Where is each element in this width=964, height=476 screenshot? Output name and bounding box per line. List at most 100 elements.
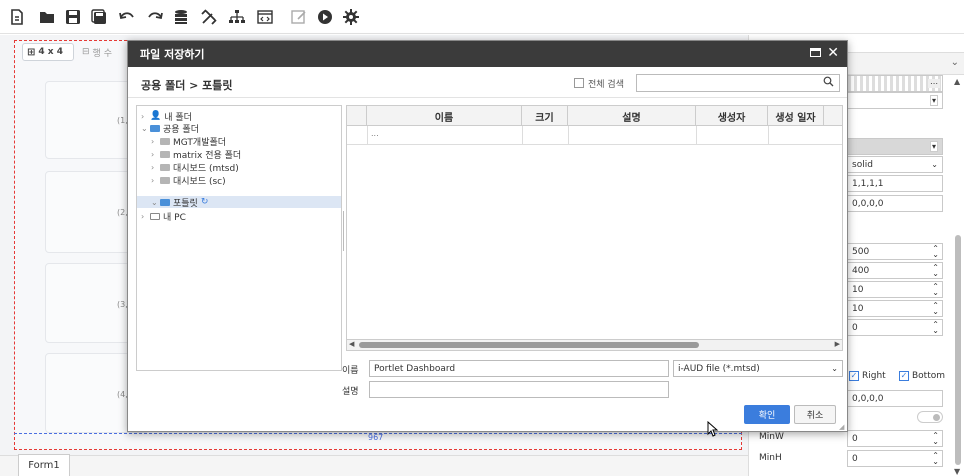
chevron-right-icon[interactable]: › (151, 137, 157, 146)
settings-gear-icon[interactable] (340, 6, 362, 28)
folder-icon (160, 150, 170, 158)
row-icon: ⊟ (82, 47, 90, 57)
folder-icon (150, 124, 160, 132)
stepper-arrows-icon[interactable]: ⌃ ⌄ (932, 431, 939, 445)
tree-item-mgt[interactable]: › MGT개발폴더 (151, 135, 226, 148)
tree-item-matrix[interactable]: › matrix 전용 폴더 (151, 148, 241, 161)
confirm-button[interactable]: 확인 (744, 405, 790, 424)
redo-icon[interactable] (144, 6, 166, 28)
run-icon[interactable] (314, 6, 336, 28)
col-header-creator[interactable]: 생성자 (696, 106, 768, 126)
open-folder-icon[interactable] (36, 6, 58, 28)
search-icon[interactable] (823, 76, 834, 90)
tree-item-dashboard-mtsd[interactable]: › 대시보드 (mtsd) (151, 161, 239, 174)
form-tab[interactable]: Form1 (18, 454, 70, 476)
row-divider (768, 126, 769, 144)
stepper-arrows-icon[interactable]: ⌃ ⌄ (932, 301, 939, 315)
cancel-button[interactable]: 취소 (794, 405, 836, 424)
close-icon[interactable]: ✕ (827, 45, 839, 61)
border-width-field[interactable]: 1,1,1,1 (847, 175, 943, 192)
toggle-switch[interactable] (917, 411, 943, 423)
field3-stepper[interactable]: 10 ⌃ ⌄ (847, 281, 943, 298)
refresh-icon[interactable]: ↻ (201, 197, 209, 207)
file-name-input[interactable]: Portlet Dashboard (369, 360, 669, 377)
hierarchy-icon[interactable] (226, 6, 248, 28)
col-header-size[interactable]: 크기 (522, 106, 568, 126)
height-stepper[interactable]: 400 ⌃ ⌄ (847, 262, 943, 279)
chevron-right-icon[interactable]: › (141, 212, 147, 221)
stepper-arrows-icon[interactable]: ⌃ ⌄ (932, 263, 939, 277)
border-style-select[interactable]: solid ⌄ (847, 156, 943, 173)
minw-value: 0 (852, 433, 858, 444)
row-divider (367, 126, 368, 144)
tree-item-dashboard-sc[interactable]: › 대시보드 (sc) (151, 174, 226, 187)
dropdown-icon: ▾ (929, 95, 938, 106)
undo-icon[interactable] (116, 6, 138, 28)
chevron-right-icon[interactable]: › (151, 163, 157, 172)
search-all-checkbox[interactable] (574, 78, 584, 88)
main-toolbar (0, 0, 964, 34)
tree-item-my-folder[interactable]: › 👤 내 폴더 (141, 110, 192, 123)
minh-stepper[interactable]: 0 ⌃ ⌄ (847, 450, 943, 467)
anchor-bottom-checkbox[interactable]: ✓ Bottom (899, 371, 945, 381)
script-icon[interactable] (254, 6, 276, 28)
scroll-down-icon[interactable]: ▼ (954, 467, 960, 476)
border-radius-field[interactable]: 0,0,0,0 (847, 195, 943, 212)
col-header-name[interactable]: 이름 (367, 106, 522, 126)
tree-item-public-folder[interactable]: ⌄ 공용 폴더 (141, 122, 199, 135)
folder-icon (160, 137, 170, 145)
field4-value: 10 (852, 303, 864, 314)
chevron-right-icon[interactable]: › (141, 112, 147, 121)
folder-icon (160, 163, 170, 171)
path-bar: 공용 폴더 > 포틀릿 전체 검색 (128, 68, 847, 98)
props-scrollbar[interactable] (955, 235, 961, 465)
search-input[interactable] (636, 74, 840, 92)
computer-icon (150, 212, 160, 220)
tree-item-my-pc[interactable]: › 내 PC (141, 210, 186, 223)
background-pattern-field[interactable]: ⋯ (847, 75, 943, 92)
save-icon[interactable] (62, 6, 84, 28)
scroll-right-icon[interactable]: ▶ (835, 340, 840, 348)
field4-stepper[interactable]: 10 ⌃ ⌄ (847, 300, 943, 317)
width-stepper[interactable]: 500 ⌃ ⌄ (847, 243, 943, 260)
horizontal-scrollbar[interactable]: ◀ ▶ (346, 339, 843, 351)
col-header-desc[interactable]: 설명 (568, 106, 696, 126)
chevron-down-icon[interactable]: ⌄ (141, 124, 148, 133)
grid-size-chip[interactable]: ⊞ 4 x 4 (22, 43, 74, 61)
scroll-left-icon[interactable]: ◀ (349, 340, 354, 348)
new-file-icon[interactable] (6, 6, 28, 28)
row-count-chip[interactable]: ⊟ 행 수 (82, 43, 128, 61)
padding-field[interactable]: 0,0,0,0 (847, 390, 943, 407)
tree-item-portlet[interactable]: ⌄ 포틀릿 ↻ (151, 196, 209, 209)
row-divider (696, 126, 697, 144)
col-header-blank (347, 106, 367, 126)
dialog-title-bar[interactable]: 파일 저장하기 (128, 41, 847, 67)
chevron-right-icon[interactable]: › (151, 176, 157, 185)
scroll-up-icon[interactable]: ▲ (954, 77, 960, 86)
chevron-down-icon[interactable]: ⌄ (151, 198, 158, 207)
minw-stepper[interactable]: 0 ⌃ ⌄ (847, 430, 943, 447)
stepper-arrows-icon[interactable]: ⌃ ⌄ (932, 451, 939, 465)
resize-grip-icon[interactable]: ◢ (839, 423, 844, 431)
color-select[interactable]: ▾ (847, 92, 943, 109)
edit-icon[interactable] (288, 6, 310, 28)
database-icon[interactable] (170, 6, 192, 28)
stepper-arrows-icon[interactable]: ⌃ ⌄ (932, 320, 939, 334)
border-color-select[interactable]: ▾ (847, 138, 943, 155)
maximize-icon[interactable] (810, 48, 821, 57)
save-as-icon[interactable] (88, 6, 110, 28)
description-input[interactable] (369, 381, 669, 398)
field5-value: 0 (852, 322, 858, 333)
chevron-right-icon[interactable]: › (151, 150, 157, 159)
stepper-arrows-icon[interactable]: ⌃ ⌄ (932, 244, 939, 258)
height-value: 400 (852, 265, 870, 276)
anchor-right-checkbox[interactable]: ✓ Right (849, 371, 886, 381)
table-row[interactable]: ... (371, 129, 379, 138)
tools-icon[interactable] (198, 6, 220, 28)
stepper-arrows-icon[interactable]: ⌃ ⌄ (932, 282, 939, 296)
chevron-down-icon: ⌄ (931, 160, 938, 169)
field5-stepper[interactable]: 0 ⌃ ⌄ (847, 319, 943, 336)
scrollbar-thumb[interactable] (359, 342, 699, 348)
file-type-select[interactable]: i-AUD file (*.mtsd) ⌄ (673, 360, 843, 377)
col-header-created-date[interactable]: 생성 일자 (768, 106, 824, 126)
